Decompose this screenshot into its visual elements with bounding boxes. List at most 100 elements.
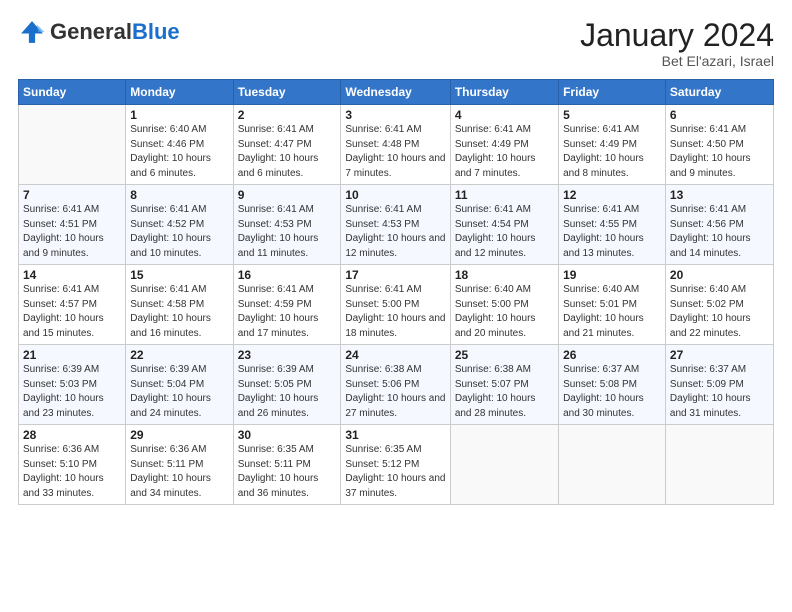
- table-row: 7Sunrise: 6:41 AMSunset: 4:51 PMDaylight…: [19, 185, 126, 265]
- day-info: Sunrise: 6:41 AMSunset: 4:59 PMDaylight:…: [238, 283, 337, 341]
- day-info: Sunrise: 6:40 AMSunset: 5:01 PMDaylight:…: [563, 283, 661, 341]
- day-info: Sunrise: 6:41 AMSunset: 5:00 PMDaylight:…: [345, 283, 445, 341]
- day-info: Sunrise: 6:41 AMSunset: 4:47 PMDaylight:…: [238, 123, 337, 181]
- day-number: 19: [563, 268, 661, 282]
- table-row: 23Sunrise: 6:39 AMSunset: 5:05 PMDayligh…: [233, 345, 341, 425]
- calendar-week-row: 7Sunrise: 6:41 AMSunset: 4:51 PMDaylight…: [19, 185, 774, 265]
- table-row: 29Sunrise: 6:36 AMSunset: 5:11 PMDayligh…: [126, 425, 233, 505]
- day-info: Sunrise: 6:41 AMSunset: 4:53 PMDaylight:…: [345, 203, 445, 261]
- day-info: Sunrise: 6:41 AMSunset: 4:48 PMDaylight:…: [345, 123, 445, 181]
- table-row: 10Sunrise: 6:41 AMSunset: 4:53 PMDayligh…: [341, 185, 450, 265]
- day-number: 18: [455, 268, 554, 282]
- day-info: Sunrise: 6:41 AMSunset: 4:49 PMDaylight:…: [455, 123, 554, 181]
- day-info: Sunrise: 6:41 AMSunset: 4:51 PMDaylight:…: [23, 203, 121, 261]
- day-info: Sunrise: 6:35 AMSunset: 5:12 PMDaylight:…: [345, 443, 445, 501]
- title-block: January 2024 Bet El'azari, Israel: [580, 18, 774, 69]
- day-info: Sunrise: 6:41 AMSunset: 4:55 PMDaylight:…: [563, 203, 661, 261]
- table-row: 20Sunrise: 6:40 AMSunset: 5:02 PMDayligh…: [665, 265, 773, 345]
- day-number: 25: [455, 348, 554, 362]
- table-row: 31Sunrise: 6:35 AMSunset: 5:12 PMDayligh…: [341, 425, 450, 505]
- table-row: 9Sunrise: 6:41 AMSunset: 4:53 PMDaylight…: [233, 185, 341, 265]
- day-info: Sunrise: 6:39 AMSunset: 5:03 PMDaylight:…: [23, 363, 121, 421]
- table-row: 30Sunrise: 6:35 AMSunset: 5:11 PMDayligh…: [233, 425, 341, 505]
- logo-general-text: General: [50, 19, 132, 44]
- table-row: [19, 105, 126, 185]
- header: GeneralBlue January 2024 Bet El'azari, I…: [18, 18, 774, 69]
- col-friday: Friday: [559, 80, 666, 105]
- day-number: 11: [455, 188, 554, 202]
- table-row: 15Sunrise: 6:41 AMSunset: 4:58 PMDayligh…: [126, 265, 233, 345]
- table-row: 27Sunrise: 6:37 AMSunset: 5:09 PMDayligh…: [665, 345, 773, 425]
- location: Bet El'azari, Israel: [580, 53, 774, 69]
- day-number: 31: [345, 428, 445, 442]
- table-row: [450, 425, 558, 505]
- logo: GeneralBlue: [18, 18, 180, 46]
- table-row: 13Sunrise: 6:41 AMSunset: 4:56 PMDayligh…: [665, 185, 773, 265]
- calendar-table: Sunday Monday Tuesday Wednesday Thursday…: [18, 79, 774, 505]
- table-row: 12Sunrise: 6:41 AMSunset: 4:55 PMDayligh…: [559, 185, 666, 265]
- day-number: 1: [130, 108, 228, 122]
- table-row: 14Sunrise: 6:41 AMSunset: 4:57 PMDayligh…: [19, 265, 126, 345]
- day-number: 17: [345, 268, 445, 282]
- day-info: Sunrise: 6:41 AMSunset: 4:54 PMDaylight:…: [455, 203, 554, 261]
- table-row: 28Sunrise: 6:36 AMSunset: 5:10 PMDayligh…: [19, 425, 126, 505]
- day-number: 9: [238, 188, 337, 202]
- day-number: 6: [670, 108, 769, 122]
- col-monday: Monday: [126, 80, 233, 105]
- day-number: 15: [130, 268, 228, 282]
- day-number: 23: [238, 348, 337, 362]
- col-sunday: Sunday: [19, 80, 126, 105]
- table-row: 11Sunrise: 6:41 AMSunset: 4:54 PMDayligh…: [450, 185, 558, 265]
- table-row: 4Sunrise: 6:41 AMSunset: 4:49 PMDaylight…: [450, 105, 558, 185]
- table-row: 5Sunrise: 6:41 AMSunset: 4:49 PMDaylight…: [559, 105, 666, 185]
- day-number: 10: [345, 188, 445, 202]
- table-row: 2Sunrise: 6:41 AMSunset: 4:47 PMDaylight…: [233, 105, 341, 185]
- day-number: 8: [130, 188, 228, 202]
- table-row: 18Sunrise: 6:40 AMSunset: 5:00 PMDayligh…: [450, 265, 558, 345]
- day-info: Sunrise: 6:36 AMSunset: 5:11 PMDaylight:…: [130, 443, 228, 501]
- table-row: 25Sunrise: 6:38 AMSunset: 5:07 PMDayligh…: [450, 345, 558, 425]
- page: GeneralBlue January 2024 Bet El'azari, I…: [0, 0, 792, 612]
- calendar-week-row: 1Sunrise: 6:40 AMSunset: 4:46 PMDaylight…: [19, 105, 774, 185]
- logo-icon: [18, 18, 46, 46]
- day-info: Sunrise: 6:39 AMSunset: 5:05 PMDaylight:…: [238, 363, 337, 421]
- table-row: 19Sunrise: 6:40 AMSunset: 5:01 PMDayligh…: [559, 265, 666, 345]
- logo-blue-text: Blue: [132, 19, 180, 44]
- table-row: 1Sunrise: 6:40 AMSunset: 4:46 PMDaylight…: [126, 105, 233, 185]
- day-info: Sunrise: 6:35 AMSunset: 5:11 PMDaylight:…: [238, 443, 337, 501]
- table-row: 22Sunrise: 6:39 AMSunset: 5:04 PMDayligh…: [126, 345, 233, 425]
- day-number: 14: [23, 268, 121, 282]
- day-info: Sunrise: 6:41 AMSunset: 4:49 PMDaylight:…: [563, 123, 661, 181]
- col-tuesday: Tuesday: [233, 80, 341, 105]
- day-number: 4: [455, 108, 554, 122]
- day-number: 16: [238, 268, 337, 282]
- day-number: 27: [670, 348, 769, 362]
- table-row: 24Sunrise: 6:38 AMSunset: 5:06 PMDayligh…: [341, 345, 450, 425]
- table-row: 17Sunrise: 6:41 AMSunset: 5:00 PMDayligh…: [341, 265, 450, 345]
- table-row: [665, 425, 773, 505]
- calendar-header-row: Sunday Monday Tuesday Wednesday Thursday…: [19, 80, 774, 105]
- day-info: Sunrise: 6:38 AMSunset: 5:07 PMDaylight:…: [455, 363, 554, 421]
- day-number: 2: [238, 108, 337, 122]
- day-number: 24: [345, 348, 445, 362]
- day-info: Sunrise: 6:41 AMSunset: 4:52 PMDaylight:…: [130, 203, 228, 261]
- calendar-week-row: 21Sunrise: 6:39 AMSunset: 5:03 PMDayligh…: [19, 345, 774, 425]
- day-info: Sunrise: 6:41 AMSunset: 4:57 PMDaylight:…: [23, 283, 121, 341]
- day-number: 20: [670, 268, 769, 282]
- day-number: 5: [563, 108, 661, 122]
- calendar-week-row: 28Sunrise: 6:36 AMSunset: 5:10 PMDayligh…: [19, 425, 774, 505]
- col-saturday: Saturday: [665, 80, 773, 105]
- day-info: Sunrise: 6:40 AMSunset: 5:00 PMDaylight:…: [455, 283, 554, 341]
- table-row: 8Sunrise: 6:41 AMSunset: 4:52 PMDaylight…: [126, 185, 233, 265]
- day-number: 26: [563, 348, 661, 362]
- day-info: Sunrise: 6:41 AMSunset: 4:53 PMDaylight:…: [238, 203, 337, 261]
- day-number: 21: [23, 348, 121, 362]
- col-wednesday: Wednesday: [341, 80, 450, 105]
- day-info: Sunrise: 6:39 AMSunset: 5:04 PMDaylight:…: [130, 363, 228, 421]
- day-number: 30: [238, 428, 337, 442]
- calendar-week-row: 14Sunrise: 6:41 AMSunset: 4:57 PMDayligh…: [19, 265, 774, 345]
- table-row: 21Sunrise: 6:39 AMSunset: 5:03 PMDayligh…: [19, 345, 126, 425]
- day-number: 12: [563, 188, 661, 202]
- day-info: Sunrise: 6:41 AMSunset: 4:50 PMDaylight:…: [670, 123, 769, 181]
- day-info: Sunrise: 6:37 AMSunset: 5:08 PMDaylight:…: [563, 363, 661, 421]
